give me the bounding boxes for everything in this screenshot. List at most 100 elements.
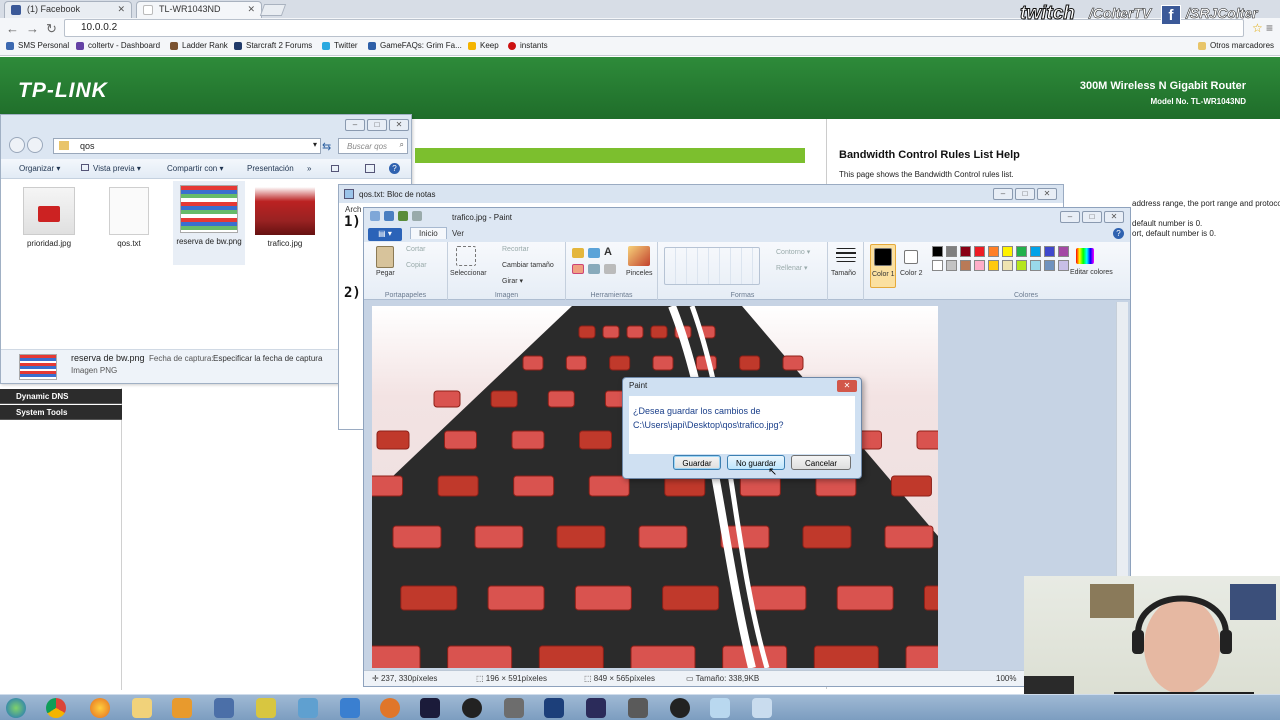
select-icon[interactable]: [456, 246, 476, 266]
menu-icon[interactable]: ≡: [1266, 21, 1273, 35]
forward-icon[interactable]: →: [26, 21, 39, 36]
close-icon[interactable]: ✕: [247, 4, 255, 15]
app-icon[interactable]: [298, 698, 318, 718]
app-icon[interactable]: [670, 698, 690, 718]
file-item[interactable]: trafico.jpg: [249, 187, 321, 248]
organize-button[interactable]: Organizar ▾: [19, 164, 60, 173]
bookmark-item[interactable]: Twitter: [322, 41, 358, 50]
help-icon[interactable]: ?: [389, 163, 400, 174]
redo-icon[interactable]: [412, 211, 422, 221]
brushes-icon[interactable]: [628, 246, 650, 266]
start-button-icon[interactable]: [6, 698, 26, 718]
bookmark-item[interactable]: SMS Personal: [6, 41, 69, 50]
color2-swatch[interactable]: [904, 250, 918, 264]
shapes-gallery[interactable]: [664, 247, 760, 285]
palette-swatch[interactable]: [1058, 246, 1069, 257]
edit-colors-icon[interactable]: [1076, 248, 1094, 264]
palette-swatch[interactable]: [1044, 246, 1055, 257]
view-icon[interactable]: [331, 165, 339, 172]
palette-swatch[interactable]: [932, 260, 943, 271]
bookmark-item[interactable]: GameFAQs: Grim Fa...: [368, 41, 462, 50]
resize-button[interactable]: Cambiar tamaño: [502, 262, 554, 269]
tab-ver[interactable]: Ver: [452, 229, 464, 238]
tab-router[interactable]: TL-WR1043ND ✕: [136, 1, 262, 18]
back-icon[interactable]: ←: [6, 21, 19, 36]
palette-swatch[interactable]: [974, 260, 985, 271]
new-tab-button[interactable]: [259, 4, 287, 16]
palette-swatch[interactable]: [1002, 246, 1013, 257]
maximize-button[interactable]: □: [1015, 188, 1035, 200]
forward-button[interactable]: [27, 137, 43, 153]
tab-inicio[interactable]: Inicio: [410, 227, 447, 239]
undo-icon[interactable]: [398, 211, 408, 221]
firefox-icon[interactable]: [90, 698, 110, 718]
bookmark-item[interactable]: Starcraft 2 Forums: [234, 41, 312, 50]
chrome-icon[interactable]: [46, 698, 66, 718]
minimize-button[interactable]: –: [993, 188, 1013, 200]
palette-swatch[interactable]: [974, 246, 985, 257]
magnifier-icon[interactable]: [604, 264, 616, 274]
app-icon[interactable]: [256, 698, 276, 718]
app-icon[interactable]: [628, 698, 648, 718]
pencil-icon[interactable]: [572, 248, 584, 258]
close-button[interactable]: ✕: [389, 119, 409, 131]
file-item[interactable]: prioridad.jpg: [13, 187, 85, 248]
rotate-button[interactable]: Girar ▾: [502, 277, 523, 285]
app-icon[interactable]: [380, 698, 400, 718]
size-icon[interactable]: [836, 248, 856, 262]
palette-swatch[interactable]: [1016, 260, 1027, 271]
app-icon[interactable]: [340, 698, 360, 718]
back-button[interactable]: [9, 137, 25, 153]
help-icon[interactable]: ?: [1113, 228, 1124, 239]
share-button[interactable]: Compartir con ▾: [167, 164, 223, 173]
palette-swatch[interactable]: [1044, 260, 1055, 271]
fill-button[interactable]: Rellenar ▾: [776, 264, 808, 272]
close-button[interactable]: ✕: [1104, 211, 1124, 223]
crop-button[interactable]: Recortar: [502, 246, 529, 253]
palette-swatch[interactable]: [1058, 260, 1069, 271]
paste-icon[interactable]: [376, 246, 394, 268]
close-button[interactable]: ✕: [1037, 188, 1057, 200]
maximize-button[interactable]: □: [367, 119, 387, 131]
chevron-down-icon[interactable]: ▾: [313, 140, 317, 149]
fill-icon[interactable]: [588, 248, 600, 258]
file-menu-button[interactable]: ▤ ▾: [368, 228, 402, 241]
notepad-taskbar-icon[interactable]: [710, 698, 730, 718]
palette-swatch[interactable]: [1016, 246, 1027, 257]
other-bookmarks[interactable]: Otros marcadores: [1198, 41, 1274, 50]
palette-swatch[interactable]: [960, 246, 971, 257]
file-item[interactable]: qos.txt: [93, 187, 165, 248]
explorer-search-input[interactable]: Buscar qos ⌕: [338, 138, 408, 154]
dialog-close-button[interactable]: ✕: [837, 380, 857, 392]
cancel-button[interactable]: Cancelar: [791, 455, 851, 470]
canvas-image[interactable]: [372, 306, 938, 668]
bookmark-item[interactable]: instants: [508, 41, 548, 50]
bookmark-item[interactable]: coltertv - Dashboard: [76, 41, 160, 50]
text-icon[interactable]: A: [604, 246, 612, 258]
menu-item-dynamic-dns[interactable]: Dynamic DNS: [0, 389, 122, 404]
maximize-button[interactable]: □: [1082, 211, 1102, 223]
slideshow-button[interactable]: Presentación: [247, 164, 294, 173]
reload-icon[interactable]: ↻: [46, 21, 57, 37]
palette-swatch[interactable]: [932, 246, 943, 257]
palette-swatch[interactable]: [988, 246, 999, 257]
minimize-button[interactable]: –: [345, 119, 365, 131]
eraser-icon[interactable]: [572, 264, 584, 274]
preview-button[interactable]: Vista previa ▾: [81, 164, 141, 173]
minimize-button[interactable]: –: [1060, 211, 1080, 223]
palette-swatch[interactable]: [1030, 246, 1041, 257]
palette-swatch[interactable]: [946, 260, 957, 271]
calendar-icon[interactable]: [504, 698, 524, 718]
palette-swatch[interactable]: [946, 246, 957, 257]
refresh-icon[interactable]: ⇆: [322, 140, 331, 153]
save-button[interactable]: Guardar: [673, 455, 721, 470]
file-item-selected[interactable]: reserva de bw.png: [173, 181, 245, 265]
explorer-path-field[interactable]: qos ▾: [53, 138, 321, 154]
pane-icon[interactable]: [365, 164, 375, 173]
save-icon[interactable]: [384, 211, 394, 221]
app-icon[interactable]: [586, 698, 606, 718]
app-icon[interactable]: [544, 698, 564, 718]
folder-icon[interactable]: [132, 698, 152, 718]
menu-archivo[interactable]: Arch: [345, 205, 361, 214]
paint-taskbar-icon[interactable]: [752, 698, 772, 718]
